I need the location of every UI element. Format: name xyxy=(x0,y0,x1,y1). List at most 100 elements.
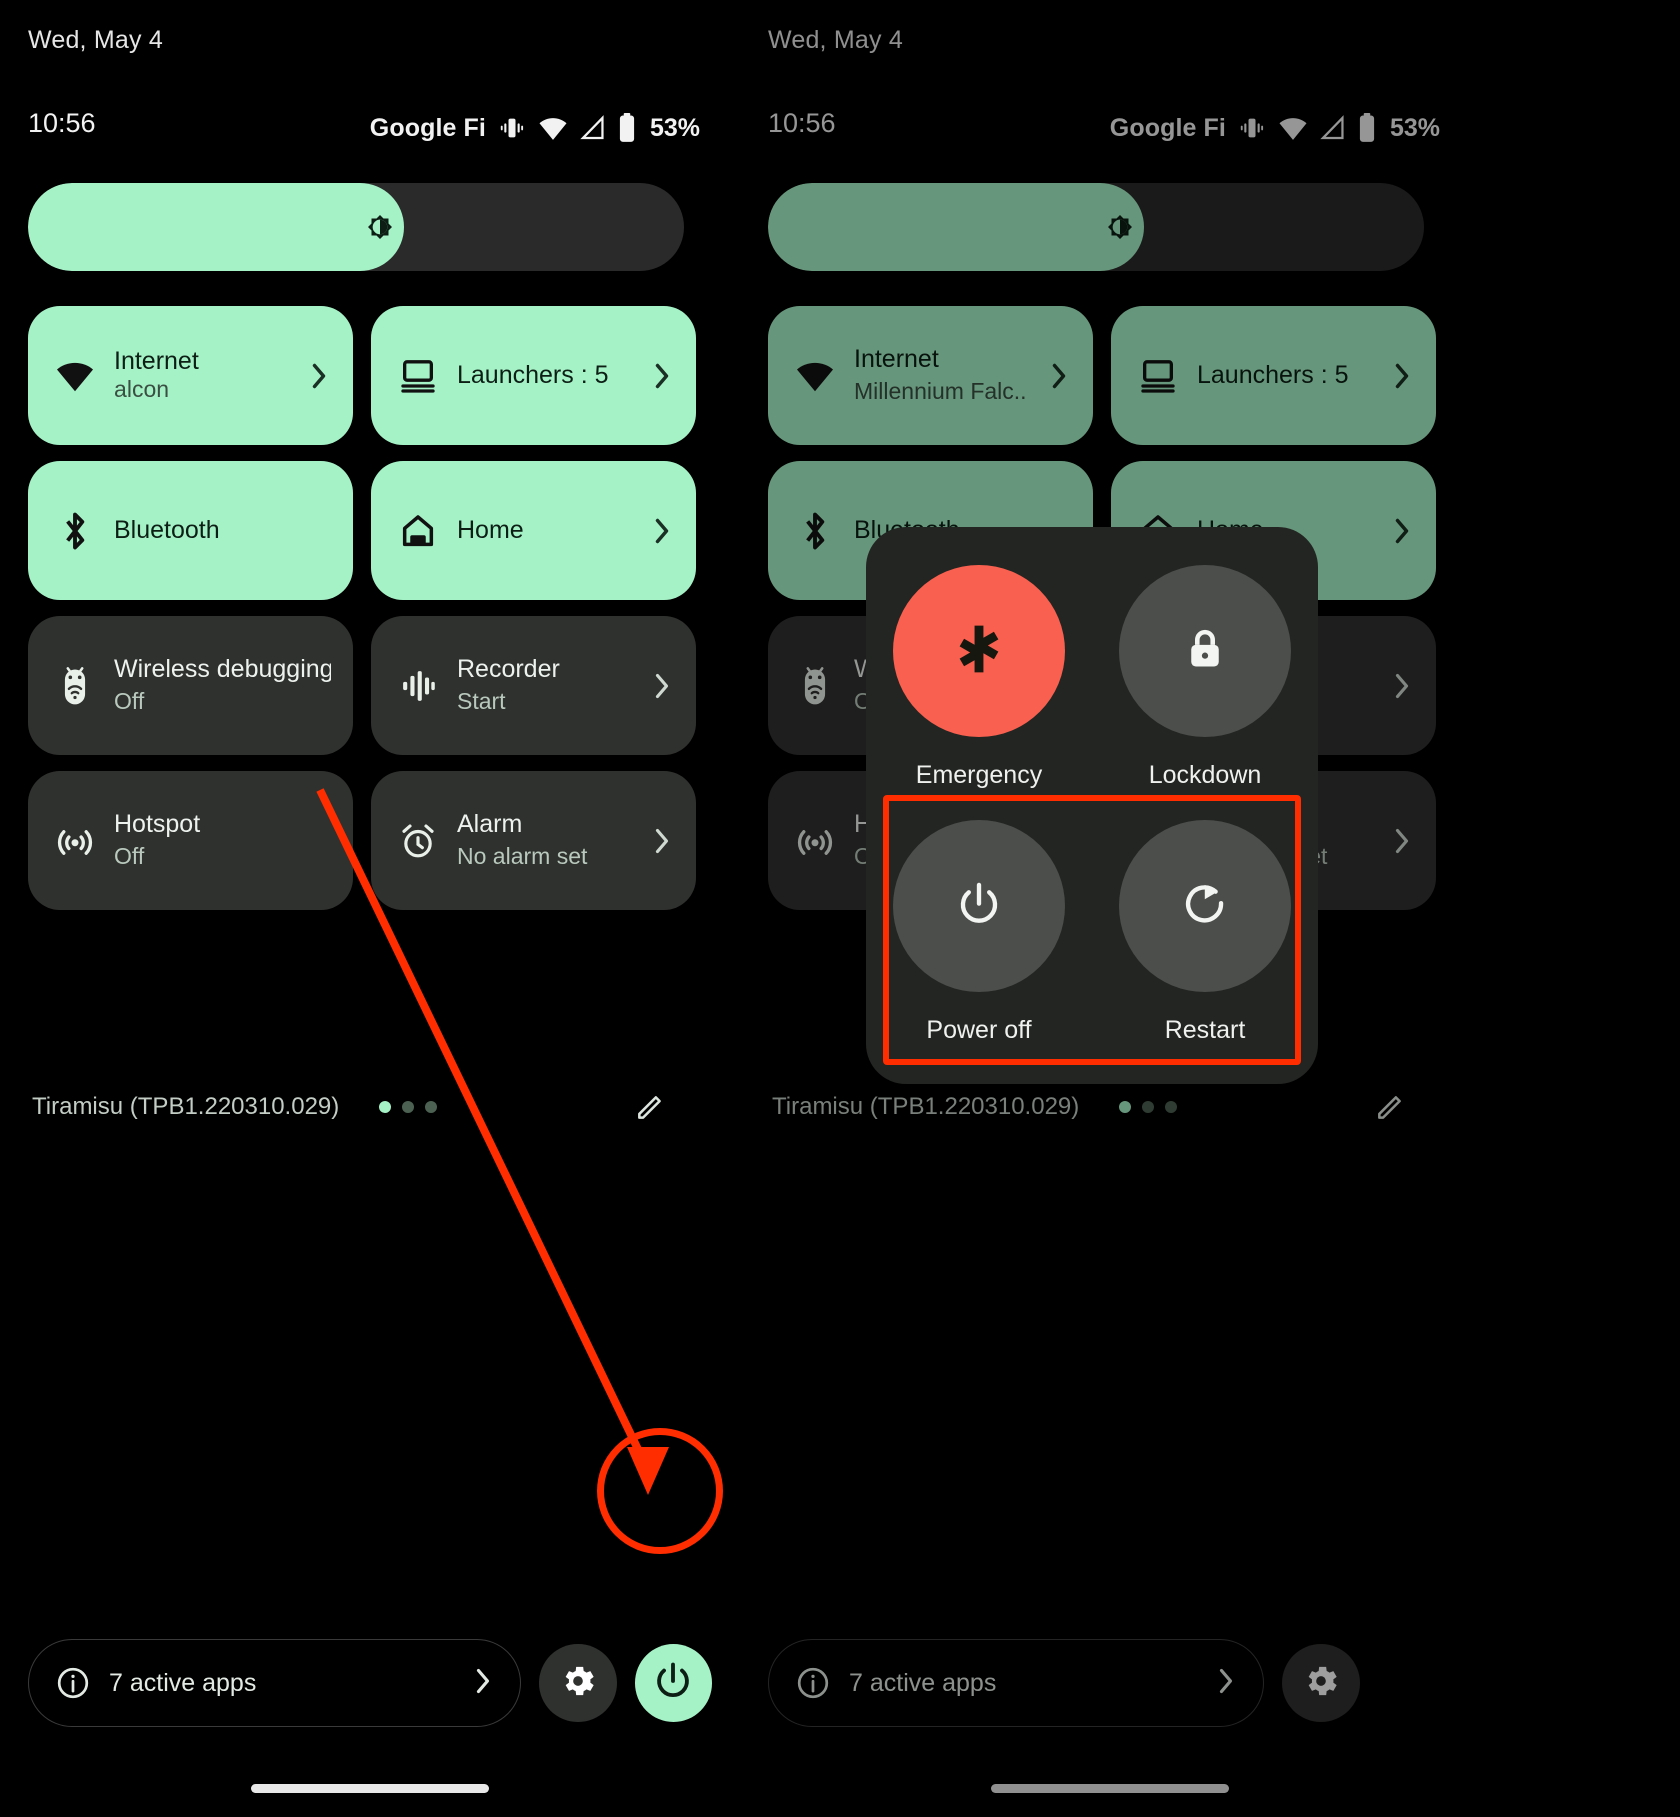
cell-signal-icon xyxy=(1320,114,1346,142)
tile-title: Alarm xyxy=(457,810,523,839)
chevron-right-icon[interactable] xyxy=(650,516,674,546)
launcher-icon xyxy=(395,353,441,399)
tile-title: Recorder xyxy=(457,655,560,684)
brightness-slider[interactable] xyxy=(28,183,684,271)
chevron-right-icon[interactable] xyxy=(1390,826,1414,856)
tile-title: Home xyxy=(457,515,524,544)
chevron-right-icon[interactable] xyxy=(1390,361,1414,391)
tile-subtitle: Off xyxy=(114,842,145,869)
power-menu-option-label: Lockdown xyxy=(1148,761,1262,789)
info-icon xyxy=(55,1665,91,1701)
tile-title: Launchers : 5 xyxy=(1197,360,1349,389)
chevron-right-icon[interactable] xyxy=(650,361,674,391)
lockdown-button[interactable] xyxy=(1119,565,1291,737)
page-dot[interactable] xyxy=(1165,1101,1178,1113)
tile-alarm[interactable]: Alarm No alarm set xyxy=(371,771,696,910)
vibrate-icon xyxy=(498,114,526,142)
tile-hotspot[interactable]: Hotspot Off xyxy=(28,771,353,910)
home-icon xyxy=(395,508,441,554)
brightness-icon xyxy=(360,207,400,247)
chevron-right-icon[interactable] xyxy=(1390,516,1414,546)
settings-button[interactable] xyxy=(1282,1644,1360,1722)
tile-title: Wireless debugging xyxy=(114,655,331,684)
power-button[interactable] xyxy=(634,1644,713,1722)
footer-meta: Tiramisu (TPB1.220310.029) xyxy=(772,1084,1440,1130)
chevron-right-icon[interactable] xyxy=(650,826,674,856)
chevron-right-icon[interactable] xyxy=(307,361,331,391)
active-apps-button[interactable]: 7 active apps xyxy=(768,1639,1264,1727)
date-label: Wed, May 4 xyxy=(28,26,163,54)
power-menu-option-lockdown[interactable]: Lockdown xyxy=(1092,565,1318,790)
active-apps-label: 7 active apps xyxy=(849,1668,997,1697)
tile-title: Internet xyxy=(854,345,939,374)
emergency-button[interactable] xyxy=(893,565,1065,737)
page-dot[interactable] xyxy=(425,1101,438,1113)
quick-settings-tiles: Internet Falcon Mill xyxy=(28,306,696,926)
alarm-clock-icon xyxy=(395,818,441,864)
chevron-right-icon[interactable] xyxy=(1047,361,1071,391)
tile-subtitle-marquee: Falcon Mill xyxy=(114,376,307,404)
page-dot[interactable] xyxy=(402,1101,415,1113)
page-dot[interactable] xyxy=(1142,1101,1155,1113)
tile-bluetooth[interactable]: Bluetooth xyxy=(28,461,353,600)
power-menu-option-emergency[interactable]: Emergency xyxy=(866,565,1092,790)
tile-subtitle: Off xyxy=(114,687,145,714)
tile-subtitle: Millennium Falc.. xyxy=(854,377,1027,404)
status-bar: 10:56 Google Fi 53% xyxy=(740,108,1480,148)
wifi-icon xyxy=(792,353,838,399)
tile-launchers[interactable]: Launchers : 5 xyxy=(371,306,696,445)
pencil-icon[interactable] xyxy=(1374,1091,1406,1123)
lock-icon xyxy=(1180,624,1230,679)
wifi-icon xyxy=(1278,114,1308,142)
footer-meta: Tiramisu (TPB1.220310.029) xyxy=(32,1084,700,1130)
bottom-bar: 7 active apps xyxy=(28,1637,713,1729)
cell-signal-icon xyxy=(580,114,606,142)
vibrate-icon xyxy=(1238,114,1266,142)
chevron-right-icon[interactable] xyxy=(650,671,674,701)
battery-percent-label: 53% xyxy=(1389,113,1440,142)
status-clock: 10:56 xyxy=(28,108,96,138)
carrier-label: Google Fi xyxy=(369,113,486,142)
build-label: Tiramisu (TPB1.220310.029) xyxy=(32,1093,340,1120)
page-dot[interactable] xyxy=(1119,1101,1132,1113)
tile-recorder[interactable]: Recorder Start xyxy=(371,616,696,755)
carrier-label: Google Fi xyxy=(1109,113,1226,142)
annotation-highlight-circle xyxy=(597,1428,723,1554)
pencil-icon[interactable] xyxy=(634,1091,666,1123)
chevron-right-icon[interactable] xyxy=(472,1666,494,1701)
settings-button[interactable] xyxy=(539,1644,617,1722)
navigation-pill[interactable] xyxy=(251,1784,489,1793)
tile-title: Bluetooth xyxy=(114,515,220,544)
tile-title: Internet xyxy=(114,346,199,375)
page-indicator-dots xyxy=(1119,1101,1178,1113)
hotspot-icon xyxy=(792,818,838,864)
tile-internet[interactable]: Internet Falcon Mill xyxy=(28,306,353,445)
active-apps-label: 7 active apps xyxy=(109,1668,257,1697)
tile-internet[interactable]: Internet Millennium Falc.. xyxy=(768,306,1093,445)
tile-home[interactable]: Home xyxy=(371,461,696,600)
tile-subtitle: No alarm set xyxy=(457,842,588,869)
gear-icon xyxy=(558,1661,598,1706)
battery-percent-label: 53% xyxy=(649,113,700,142)
power-icon xyxy=(651,1659,695,1708)
tile-launchers[interactable]: Launchers : 5 xyxy=(1111,306,1436,445)
info-icon xyxy=(795,1665,831,1701)
date-label: Wed, May 4 xyxy=(768,26,903,54)
brightness-slider[interactable] xyxy=(768,183,1424,271)
tile-wireless-debugging[interactable]: Wireless debugging Off xyxy=(28,616,353,755)
page-dot[interactable] xyxy=(379,1101,392,1113)
screenshot-root: Wed, May 4 10:56 Google Fi 53% Internet … xyxy=(0,0,1680,1817)
tile-title: Launchers : 5 xyxy=(457,360,609,389)
build-label: Tiramisu (TPB1.220310.029) xyxy=(772,1093,1080,1120)
chevron-right-icon[interactable] xyxy=(1390,671,1414,701)
bluetooth-icon xyxy=(52,508,98,554)
wifi-icon xyxy=(538,114,568,142)
brightness-slider-fill xyxy=(28,183,404,271)
active-apps-button[interactable]: 7 active apps xyxy=(28,1639,522,1727)
tile-subtitle: Start xyxy=(457,687,506,714)
navigation-pill[interactable] xyxy=(991,1784,1229,1793)
brightness-icon xyxy=(1100,207,1140,247)
battery-icon xyxy=(618,113,636,143)
chevron-right-icon[interactable] xyxy=(1215,1666,1237,1701)
hotspot-icon xyxy=(52,818,98,864)
